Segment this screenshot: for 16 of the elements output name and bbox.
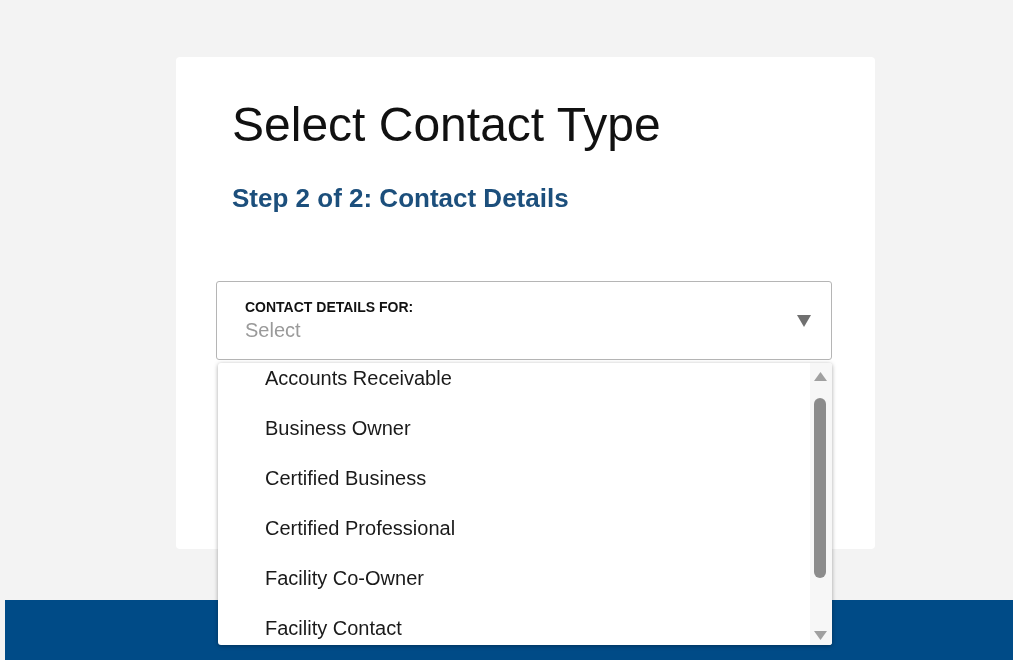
page-title: Select Contact Type <box>232 97 661 153</box>
scrollbar[interactable] <box>810 363 832 645</box>
scroll-down-icon[interactable] <box>814 631 827 640</box>
scroll-up-icon[interactable] <box>814 372 827 381</box>
step-heading: Step 2 of 2: Contact Details <box>232 183 569 214</box>
scroll-thumb[interactable] <box>814 398 826 578</box>
option-item[interactable]: Facility Contact <box>218 603 810 645</box>
caret-icon <box>797 314 811 327</box>
option-item[interactable]: Facility Co-Owner <box>218 553 810 603</box>
option-item[interactable]: Certified Professional <box>218 503 810 553</box>
select-input[interactable]: Select <box>245 319 545 342</box>
option-item[interactable]: Business Owner <box>218 403 810 453</box>
contact-details-dropdown[interactable]: CONTACT DETAILS FOR: Select <box>216 281 832 360</box>
option-item[interactable]: Accounts Receivable <box>218 363 810 403</box>
field-label: CONTACT DETAILS FOR: <box>245 299 414 315</box>
option-item[interactable]: Certified Business <box>218 453 810 503</box>
